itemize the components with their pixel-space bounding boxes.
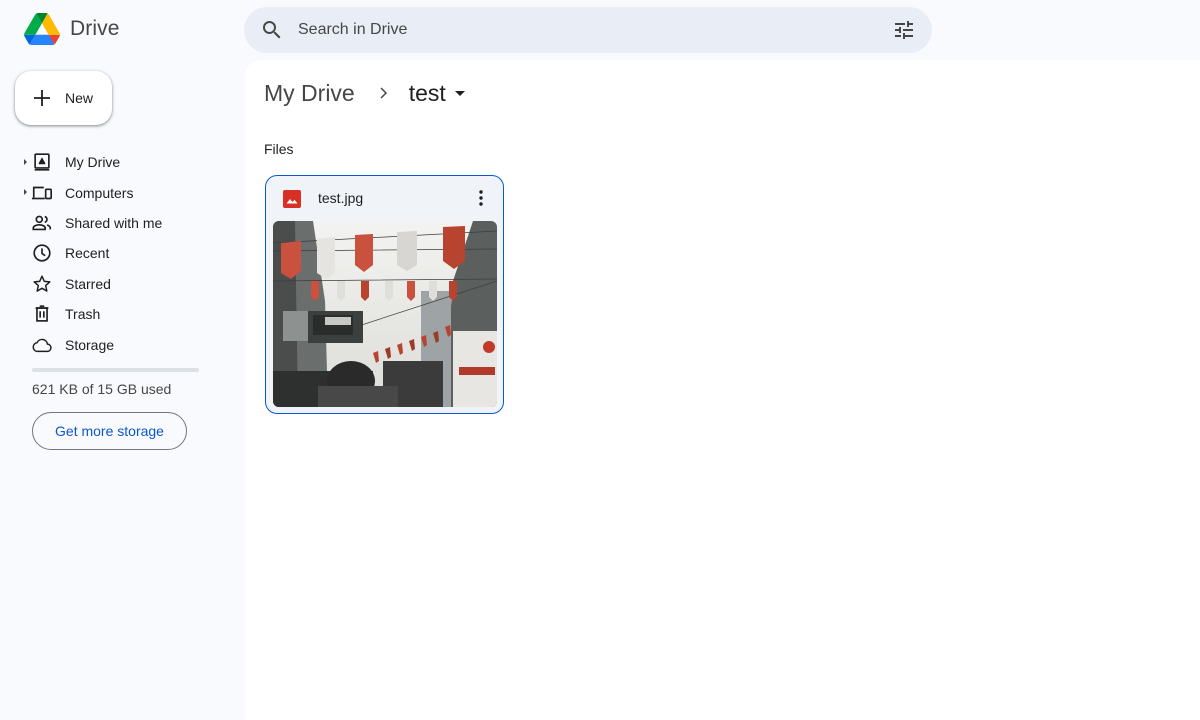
- file-name: test.jpg: [318, 190, 364, 206]
- sidebar-item-label: Starred: [65, 275, 111, 292]
- sidebar-item-label: Shared with me: [65, 214, 163, 231]
- sidebar-item-label: Recent: [65, 245, 110, 262]
- get-more-storage-button[interactable]: Get more storage: [32, 412, 187, 450]
- people-icon: [32, 215, 52, 231]
- drive-logo-icon: [24, 13, 60, 45]
- file-thumbnail: [273, 221, 497, 407]
- plus-icon: [34, 90, 50, 106]
- search-input[interactable]: [298, 7, 858, 53]
- more-vert-icon[interactable]: [471, 188, 491, 208]
- file-card[interactable]: test.jpg: [265, 175, 504, 414]
- app-name: Drive: [70, 17, 120, 40]
- sidebar-item-starred[interactable]: Starred: [0, 269, 232, 299]
- expand-caret-icon[interactable]: [24, 159, 27, 165]
- search-bar[interactable]: [244, 7, 932, 53]
- chevron-right-icon: [380, 87, 387, 99]
- dropdown-arrow-icon: [454, 90, 465, 96]
- breadcrumb: My Drive test: [264, 78, 465, 108]
- sidebar-nav: My Drive Computers Shared with me Recent…: [0, 147, 232, 360]
- breadcrumb-current-folder[interactable]: test: [409, 80, 465, 107]
- sidebar-item-computers[interactable]: Computers: [0, 177, 232, 207]
- tune-icon[interactable]: [892, 18, 916, 42]
- files-section-title: Files: [264, 141, 294, 157]
- sidebar-item-recent[interactable]: Recent: [0, 238, 232, 268]
- thumbnail-image: [273, 221, 497, 407]
- drive-logo[interactable]: Drive: [24, 13, 120, 45]
- sidebar-item-label: Trash: [65, 306, 101, 323]
- my-drive-icon: [34, 153, 50, 171]
- star-icon: [33, 275, 51, 292]
- main-content: My Drive test Files test.jpg: [245, 60, 1200, 720]
- new-button-label: New: [65, 90, 94, 106]
- search-icon[interactable]: [260, 18, 284, 42]
- sidebar-item-shared-with-me[interactable]: Shared with me: [0, 208, 232, 238]
- clock-icon: [33, 244, 51, 262]
- sidebar-item-label: Computers: [65, 184, 134, 201]
- storage-usage-text: 621 KB of 15 GB used: [32, 381, 172, 397]
- breadcrumb-my-drive[interactable]: My Drive: [264, 80, 355, 107]
- trash-icon: [35, 305, 49, 322]
- image-file-icon: [283, 190, 301, 208]
- sidebar-item-my-drive[interactable]: My Drive: [0, 147, 232, 177]
- cloud-icon: [32, 338, 52, 352]
- storage-usage-bar: [32, 368, 199, 372]
- computers-icon: [31, 186, 52, 199]
- sidebar-item-label: My Drive: [65, 154, 121, 171]
- sidebar-item-label: Storage: [65, 336, 115, 353]
- sidebar-item-trash[interactable]: Trash: [0, 299, 232, 329]
- sidebar-item-storage[interactable]: Storage: [0, 329, 232, 359]
- expand-caret-icon[interactable]: [24, 189, 27, 196]
- new-button[interactable]: New: [15, 71, 112, 125]
- current-folder-name: test: [408, 79, 446, 106]
